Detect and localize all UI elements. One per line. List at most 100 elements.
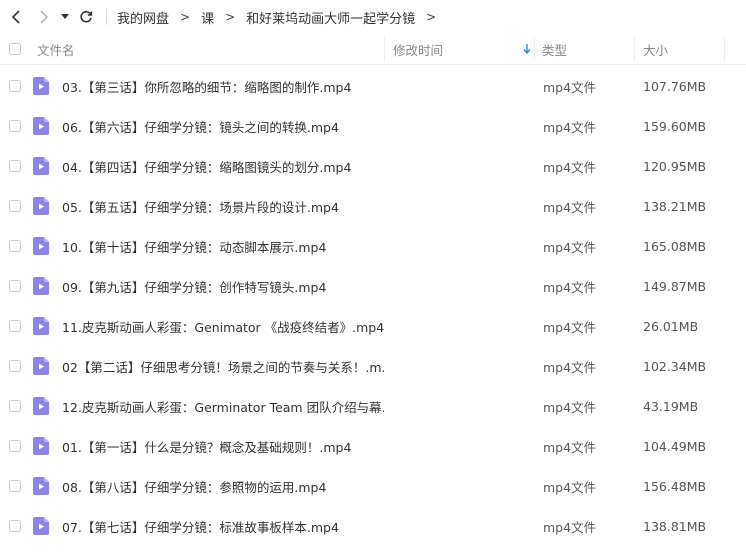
file-size: 26.01MB [643,318,699,334]
file-type: mp4文件 [543,279,597,295]
file-size: 104.49MB [643,438,707,454]
file-type: mp4文件 [543,519,597,535]
video-file-icon [33,117,49,135]
file-name[interactable]: 10.【第十话】仔细学分镜：动态脚本展示.mp4 [62,226,384,266]
refresh-button[interactable] [74,5,98,29]
checkbox[interactable] [9,43,21,55]
video-file-icon [33,237,49,255]
file-size: 102.34MB [643,358,707,374]
file-size: 165.08MB [643,238,707,254]
file-size: 138.21MB [643,198,707,214]
file-list-header: 文件名 修改时间 类型 大小 [0,34,746,65]
file-type: mp4文件 [543,479,597,495]
column-divider [634,37,635,61]
file-name[interactable]: 09.【第九话】仔细学分镜：创作特写镜头.mp4 [62,266,384,306]
breadcrumb-separator: > [225,10,236,24]
file-name[interactable]: 08.【第八话】仔细学分镜：参照物的运用.mp4 [62,466,384,506]
breadcrumb-separator: > [426,10,437,24]
file-size: 107.76MB [643,78,707,94]
row-checkbox[interactable] [9,200,21,212]
video-file-icon [33,397,49,415]
file-name[interactable]: 11.皮克斯动画人彩蛋：Genimator 《战疫终结者》.mp4 [62,306,384,346]
video-file-icon [33,317,49,335]
file-name[interactable]: 06.【第六话】仔细学分镜：镜头之间的转换.mp4 [62,106,384,146]
file-name[interactable]: 02【第二话】仔细思考分镜！场景之间的节奏与关系！.m... [62,346,384,386]
column-divider [724,37,725,61]
row-checkbox[interactable] [9,160,21,172]
file-size: 159.60MB [643,118,707,134]
file-row[interactable]: 10.【第十话】仔细学分镜：动态脚本展示.mp4 mp4文件 165.08MB [0,226,746,266]
video-file-icon [33,197,49,215]
toolbar: 我的网盘 > 课 > 和好莱坞动画大师一起学分镜 > [0,0,746,34]
file-type: mp4文件 [543,439,597,455]
row-checkbox[interactable] [9,240,21,252]
file-size: 138.81MB [643,518,707,534]
file-name[interactable]: 05.【第五话】仔细学分镜：场景片段的设计.mp4 [62,186,384,226]
select-all-checkbox[interactable] [9,34,21,64]
breadcrumb-item-current[interactable]: 和好莱坞动画大师一起学分镜 [246,8,415,27]
column-divider [384,37,385,61]
file-type: mp4文件 [543,119,597,135]
file-row[interactable]: 05.【第五话】仔细学分镜：场景片段的设计.mp4 mp4文件 138.21MB [0,186,746,226]
file-name[interactable]: 03.【第三话】你所忽略的细节：缩略图的制作.mp4 [62,66,384,106]
row-checkbox[interactable] [9,520,21,532]
file-type: mp4文件 [543,79,597,95]
file-name[interactable]: 01.【第一话】什么是分镜？概念及基础规则！.mp4 [62,426,384,466]
chevron-left-icon [11,10,20,24]
row-checkbox[interactable] [9,280,21,292]
file-type: mp4文件 [543,359,597,375]
column-header-name[interactable]: 文件名 [37,34,75,64]
file-list: 03.【第三话】你所忽略的细节：缩略图的制作.mp4 mp4文件 107.76M… [0,66,746,546]
file-size: 156.48MB [643,478,707,494]
file-size: 149.87MB [643,278,707,294]
column-header-modified-label: 修改时间 [393,42,444,58]
video-file-icon [33,517,49,535]
row-checkbox[interactable] [9,480,21,492]
breadcrumb-separator: > [180,10,191,24]
file-row[interactable]: 12.皮克斯动画人彩蛋：Germinator Team 团队介绍与幕... mp… [0,386,746,426]
row-checkbox[interactable] [9,360,21,372]
row-checkbox[interactable] [9,120,21,132]
file-size: 120.95MB [643,158,707,174]
toolbar-divider [106,9,107,25]
breadcrumb-item-root[interactable]: 我的网盘 [117,8,169,27]
row-checkbox[interactable] [9,440,21,452]
video-file-icon [33,437,49,455]
file-type: mp4文件 [543,399,597,415]
file-name[interactable]: 04.【第四话】仔细学分镜：缩略图镜头的划分.mp4 [62,146,384,186]
file-type: mp4文件 [543,199,597,215]
file-row[interactable]: 08.【第八话】仔细学分镜：参照物的运用.mp4 mp4文件 156.48MB [0,466,746,506]
file-row[interactable]: 03.【第三话】你所忽略的细节：缩略图的制作.mp4 mp4文件 107.76M… [0,66,746,106]
video-file-icon [33,357,49,375]
file-row[interactable]: 11.皮克斯动画人彩蛋：Genimator 《战疫终结者》.mp4 mp4文件 … [0,306,746,346]
file-name[interactable]: 12.皮克斯动画人彩蛋：Germinator Team 团队介绍与幕... [62,386,384,426]
forward-button[interactable] [32,5,56,29]
column-header-size[interactable]: 大小 [643,34,668,64]
file-name[interactable]: 07.【第七话】仔细学分镜：标准故事板样本.mp4 [62,506,384,546]
file-type: mp4文件 [543,239,597,255]
row-checkbox[interactable] [9,80,21,92]
history-dropdown-button[interactable] [58,5,72,29]
file-size: 43.19MB [643,398,699,414]
row-checkbox[interactable] [9,400,21,412]
column-header-modified[interactable]: 修改时间 [393,34,531,64]
file-row[interactable]: 02【第二话】仔细思考分镜！场景之间的节奏与关系！.m... mp4文件 102… [0,346,746,386]
file-row[interactable]: 04.【第四话】仔细学分镜：缩略图镜头的划分.mp4 mp4文件 120.95M… [0,146,746,186]
video-file-icon [33,277,49,295]
file-row[interactable]: 06.【第六话】仔细学分镜：镜头之间的转换.mp4 mp4文件 159.60MB [0,106,746,146]
file-type: mp4文件 [543,159,597,175]
file-row[interactable]: 01.【第一话】什么是分镜？概念及基础规则！.mp4 mp4文件 104.49M… [0,426,746,466]
column-divider [534,37,535,61]
refresh-icon [80,10,93,23]
video-file-icon [33,77,49,95]
file-type: mp4文件 [543,319,597,335]
chevron-right-icon [40,10,49,24]
column-header-type[interactable]: 类型 [542,34,567,64]
video-file-icon [33,157,49,175]
file-row[interactable]: 09.【第九话】仔细学分镜：创作特写镜头.mp4 mp4文件 149.87MB [0,266,746,306]
back-button[interactable] [4,5,28,29]
file-row[interactable]: 07.【第七话】仔细学分镜：标准故事板样本.mp4 mp4文件 138.81MB [0,506,746,546]
breadcrumb-item-folder[interactable]: 课 [201,8,214,27]
row-checkbox[interactable] [9,320,21,332]
caret-down-icon [61,14,69,19]
